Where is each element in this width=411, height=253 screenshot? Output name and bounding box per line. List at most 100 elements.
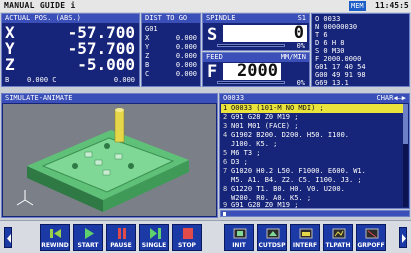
- line-number: 8: [223, 185, 228, 193]
- graphic-off-button[interactable]: GRPOFF: [356, 224, 386, 251]
- spindle-speed-value: 0: [223, 25, 307, 42]
- distance-axis: C: [145, 70, 150, 78]
- simulation-panel: SIMULATE-ANIMATE: [1, 93, 218, 218]
- key-input-buffer[interactable]: [220, 210, 410, 217]
- distance-row: Z 0.000: [145, 52, 197, 60]
- rewind-button[interactable]: REWIND: [40, 224, 70, 251]
- program-line[interactable]: J100. K5. ;: [221, 140, 408, 149]
- axis-row: Z -5.000: [2, 55, 139, 74]
- feed-override-percent: 0%: [296, 79, 305, 87]
- mode-badge: MEM: [349, 1, 366, 11]
- line-number: 3: [223, 122, 228, 130]
- axis-value: -5.000: [77, 55, 135, 74]
- program-scrollbar[interactable]: [403, 104, 408, 207]
- simulation-viewport[interactable]: [3, 104, 216, 216]
- spindle-load-bar: [217, 44, 285, 47]
- program-line[interactable]: M5. A1. B4. Z2. C5. I100. J3. ;: [221, 176, 408, 185]
- axis-name: Z: [5, 55, 15, 74]
- modal-gcodes-row: G69 13.1: [315, 79, 349, 87]
- line-text: G1020 H0.2 L50. F1000. E600. W1.: [231, 167, 366, 175]
- spindle-label: S: [207, 25, 218, 45]
- chevron-right-icon: [402, 234, 406, 243]
- actual-position-panel: ACTUAL POS. (ABS.) X -57.700 Y -57.700 Z…: [1, 13, 140, 87]
- return-key[interactable]: [4, 227, 12, 248]
- softkey-label: INTERF: [292, 242, 318, 249]
- line-text: G91 G28 Z0 M19 ;: [231, 113, 299, 121]
- modal-info-panel: O 0033 N 00000030 T 6 D 6 H 8 S 0 M30 F …: [311, 13, 410, 87]
- b-axis-label: B: [5, 76, 10, 84]
- simulation-title: SIMULATE-ANIMATE: [2, 94, 217, 103]
- actual-position-title: ACTUAL POS. (ABS.): [2, 14, 139, 23]
- softkey-label: SINGLE: [141, 242, 167, 249]
- distance-axis: Z: [145, 52, 150, 60]
- program-line[interactable]: 9 G91 G28 Z0 M19 ;: [221, 201, 408, 209]
- rotary-axes-row: B 0.000 C 0.000: [5, 76, 135, 84]
- feed-rate-value: 2000: [223, 63, 281, 80]
- distance-value: 0.000: [175, 70, 197, 78]
- axis-value: -57.700: [67, 39, 135, 58]
- softkey-label: INIT: [232, 242, 246, 249]
- scrollbar-thumb[interactable]: [403, 104, 408, 144]
- feed-title-text: FEED: [206, 53, 223, 61]
- single-block-button[interactable]: SINGLE: [139, 224, 169, 251]
- distance-row: C 0.000: [145, 70, 197, 78]
- line-text: G91 G28 Z0 M19 ;: [231, 201, 299, 209]
- softkey-bar: REWIND START PAUSE SINGLE STOP INIT CUTD…: [0, 220, 411, 253]
- distance-value: 0.000: [175, 52, 197, 60]
- program-line[interactable]: 8 G1220 T1. B0. H0. V0. U200.: [221, 185, 408, 194]
- play-icon: [85, 228, 94, 239]
- line-number: 6: [223, 158, 228, 166]
- program-line[interactable]: 4 G1902 B200. D200. H50. I100.: [221, 131, 408, 140]
- line-number: 9: [223, 201, 228, 209]
- softkey-label: PAUSE: [110, 242, 132, 249]
- line-text: M6 T3 ;: [231, 149, 261, 157]
- clock: 11:45:5: [375, 1, 409, 10]
- b-axis-value: 0.000 C: [27, 76, 57, 84]
- spindle-title-text: SPINDLE: [206, 14, 236, 22]
- interference-icon: [299, 228, 313, 239]
- program-panel: O0033 CHAR◀—▶ 1 O0033 (101-M NO MDI) ; 2G…: [219, 93, 410, 209]
- program-line[interactable]: 5 M6 T3 ;: [221, 149, 408, 158]
- title-bar: MANUAL GUIDE i MEM 11:45:5: [0, 0, 411, 12]
- line-number: 4: [223, 131, 228, 139]
- line-text: J100. K5. ;: [231, 140, 278, 148]
- program-line[interactable]: 3 N01 M01 (FACE) ;: [221, 122, 408, 131]
- program-line[interactable]: 6 D3 ;: [221, 158, 408, 167]
- line-number: 5: [223, 149, 228, 157]
- axis-name: X: [5, 23, 15, 42]
- start-button[interactable]: START: [73, 224, 103, 251]
- program-name: O0033: [223, 94, 245, 102]
- line-number: 7: [223, 167, 228, 175]
- tool-path-button[interactable]: TLPATH: [323, 224, 353, 251]
- line-number: 2: [223, 113, 228, 121]
- feed-unit: MM/MIN: [280, 53, 306, 61]
- cut-display-icon: [266, 228, 280, 239]
- distance-axis: B: [145, 61, 150, 69]
- rewind-icon: [50, 229, 61, 238]
- pause-button[interactable]: PAUSE: [106, 224, 136, 251]
- input-cursor: [223, 212, 226, 216]
- distance-row: Y 0.000: [145, 43, 197, 51]
- program-line[interactable]: 2 G91 G28 Z0 M19 ;: [221, 113, 408, 122]
- stop-button[interactable]: STOP: [172, 224, 202, 251]
- spindle-panel: SPINDLE S1 S 0 0%: [202, 13, 310, 51]
- feed-label: F: [207, 62, 218, 82]
- program-line[interactable]: 7 G1020 H0.2 L50. F1000. E600. W1.: [221, 167, 408, 176]
- distance-to-go-panel: DIST TO GO G01 X 0.000 Y 0.000 Z 0.000 B…: [141, 13, 201, 87]
- program-title: O0033 CHAR◀—▶: [220, 94, 409, 103]
- stop-icon: [183, 228, 193, 239]
- cut-display-button[interactable]: CUTDSP: [257, 224, 287, 251]
- next-page-key[interactable]: [399, 227, 407, 248]
- softkey-label: GRPOFF: [357, 242, 385, 249]
- interference-button[interactable]: INTERF: [290, 224, 320, 251]
- screen-title: MANUAL GUIDE i: [4, 1, 76, 10]
- softkey-label: REWIND: [41, 242, 69, 249]
- line-text: G1902 B200. D200. H50. I100.: [231, 131, 350, 139]
- program-line[interactable]: 1 O0033 (101-M NO MDI) ;: [221, 104, 408, 113]
- distance-row: X 0.000: [145, 34, 197, 42]
- init-button[interactable]: INIT: [224, 224, 254, 251]
- axis-name: Y: [5, 39, 15, 58]
- program-gcode: G01: [145, 25, 158, 33]
- single-step-icon: [150, 228, 161, 239]
- softkey-label: TLPATH: [325, 242, 351, 249]
